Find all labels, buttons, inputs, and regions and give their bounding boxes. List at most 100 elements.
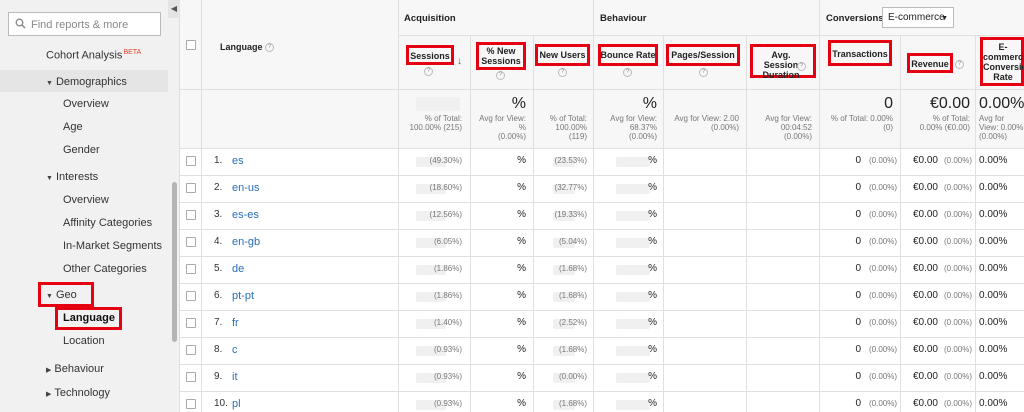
cell-rate: 0.00%	[979, 236, 1008, 247]
cell-lang[interactable]: es	[232, 155, 244, 167]
table-row[interactable]: 7. fr (1.40%)% (2.52%)% 0 (0.00%) €0.00 (0.00%)…	[180, 310, 1024, 337]
cell-revenue: €0.00	[912, 263, 938, 274]
cell-new-users-pct: (1.68%)	[558, 345, 587, 354]
help-icon[interactable]: ?	[424, 67, 433, 76]
row-checkbox[interactable]	[186, 237, 196, 247]
table-row[interactable]: 8. c (0.93%)% (1.68%)% 0 (0.00%) €0.00 (0.00%) 0…	[180, 337, 1024, 364]
redacted-value	[416, 97, 460, 111]
cell-rate: 0.00%	[979, 209, 1008, 220]
sidebar-item-cohort-analysis[interactable]: Cohort AnalysisBETA	[46, 49, 141, 62]
column-header-new-users[interactable]: New Users	[535, 50, 590, 60]
help-icon[interactable]: ?	[265, 43, 275, 53]
sidebar-scrollbar[interactable]	[172, 182, 177, 342]
row-checkbox[interactable]	[186, 399, 196, 409]
cell-sessions-pct: (18.60%)	[429, 183, 462, 192]
group-acquisition: Acquisition	[404, 13, 456, 24]
cell-rev-pct: (0.00%)	[943, 399, 972, 408]
table-row[interactable]: 5. de (1.86%)% (1.68%)% 0 (0.00%) €0.00 (0.00%)…	[180, 256, 1024, 283]
cell-rev-pct: (0.00%)	[943, 318, 972, 327]
cell-trans-pct: (0.00%)	[868, 183, 897, 192]
help-icon[interactable]: ?	[797, 62, 806, 71]
cell-new-users-pct: (1.68%)	[558, 264, 587, 273]
cell-new-sessions: %	[517, 317, 526, 328]
cell-trans-pct: (0.00%)	[868, 372, 897, 381]
cell-rev-pct: (0.00%)	[943, 372, 972, 381]
cell-lang[interactable]: fr	[232, 317, 239, 329]
cell-lang[interactable]: it	[232, 371, 238, 383]
sidebar-item-demographics-overview[interactable]: Overview	[63, 98, 109, 110]
sidebar-item-geo[interactable]: ▼ Geo	[46, 289, 77, 301]
help-icon[interactable]: ?	[623, 68, 632, 77]
cell-revenue: €0.00	[912, 155, 938, 166]
cell-lang[interactable]: es-es	[232, 209, 259, 221]
sidebar-item-age[interactable]: Age	[63, 121, 83, 133]
cell-lang[interactable]: pt-pt	[232, 290, 254, 302]
cell-rate: 0.00%	[979, 155, 1008, 166]
conversion-type-select[interactable]: E-commerce ▼	[882, 7, 954, 28]
row-checkbox[interactable]	[186, 210, 196, 220]
total-pages-session: Avg for View: 2.00 (0.00%)	[674, 114, 739, 132]
column-header-bounce-rate[interactable]: Bounce Rate	[598, 50, 658, 60]
select-all-checkbox[interactable]	[186, 40, 196, 50]
cell-lang[interactable]: c	[232, 344, 238, 356]
help-icon[interactable]: ?	[558, 68, 567, 77]
help-icon[interactable]: ?	[496, 71, 505, 80]
cell-transactions: 0	[855, 182, 861, 193]
sidebar-item-interests-overview[interactable]: Overview	[63, 194, 109, 206]
cell-lang[interactable]: pl	[232, 398, 241, 410]
table-row[interactable]: 6. pt-pt (1.86%)% (1.68%)% 0 (0.00%) €0.00 (0.0…	[180, 283, 1024, 310]
sidebar-item-label: Behaviour	[54, 363, 104, 375]
table-row[interactable]: 4. en-gb (6.05%)% (5.04%)% 0 (0.00%) €0.00 (0.0…	[180, 229, 1024, 256]
sort-descending-icon[interactable]: ↓	[457, 56, 462, 67]
column-header-transactions[interactable]: Transactions	[828, 49, 892, 59]
search-box[interactable]	[8, 12, 161, 36]
row-checkbox[interactable]	[186, 183, 196, 193]
column-header-revenue[interactable]: Revenue	[907, 59, 953, 69]
collapse-sidebar-icon[interactable]: ◀	[168, 0, 180, 18]
row-checkbox[interactable]	[186, 318, 196, 328]
search-icon	[15, 18, 26, 29]
row-checkbox[interactable]	[186, 291, 196, 301]
cell-lang[interactable]: en-us	[232, 182, 260, 194]
table-row[interactable]: 9. it (0.93%)% (0.00%)% 0 (0.00%) €0.00 (0.00%)…	[180, 364, 1024, 391]
table-row[interactable]: 1. es (49.30%)% (23.53%)% 0 (0.00%) €0.00 (0.00…	[180, 148, 1024, 175]
total-revenue: % of Total: 0.00% (€0.00)	[919, 114, 970, 132]
row-checkbox[interactable]	[186, 264, 196, 274]
sidebar-item-demographics[interactable]: ▼ Demographics	[46, 76, 127, 88]
cell-revenue: €0.00	[912, 371, 938, 382]
sidebar-item-interests[interactable]: ▼ Interests	[46, 171, 98, 183]
help-icon[interactable]: ?	[699, 68, 708, 77]
column-header-language[interactable]: Language ?	[220, 42, 275, 53]
cell-bounce: %	[648, 209, 657, 220]
row-checkbox[interactable]	[186, 156, 196, 166]
sidebar: ◀ Cohort AnalysisBETA ▼Demographics Over…	[0, 0, 180, 412]
column-header-new-sessions[interactable]: % New Sessions	[476, 46, 526, 66]
table-row[interactable]: 3. es-es (12.56%)% (19.33%)% 0 (0.00%) €0.00 (0…	[180, 202, 1024, 229]
sidebar-item-in-market-segments[interactable]: In-Market Segments	[63, 240, 162, 252]
cell-lang[interactable]: en-gb	[232, 236, 260, 248]
sidebar-item-gender[interactable]: Gender	[63, 144, 100, 156]
table-row[interactable]: 10. pl (0.93%)% (1.68%)% 0 (0.00%) €0.00 (0.00%…	[180, 391, 1024, 412]
sidebar-item-technology[interactable]: ▶ Technology	[46, 387, 110, 399]
sidebar-item-language[interactable]: Language	[63, 312, 115, 324]
cell-rev-pct: (0.00%)	[943, 237, 972, 246]
column-header-ecommerce-rate[interactable]: E-commerce Conversion Rate	[983, 42, 1023, 82]
cell-rev-pct: (0.00%)	[943, 264, 972, 273]
cell-lang[interactable]: de	[232, 263, 244, 275]
cell-transactions: 0	[855, 236, 861, 247]
sidebar-item-location[interactable]: Location	[63, 335, 105, 347]
cell-transactions: 0	[855, 155, 861, 166]
total-avg-duration: Avg for View: 00:04:52 (0.00%)	[765, 114, 812, 141]
table-row[interactable]: 2. en-us (18.60%)% (32.77%)% 0 (0.00%) €0.00 (0…	[180, 175, 1024, 202]
column-header-pages-session[interactable]: Pages/Session	[666, 50, 740, 60]
column-header-sessions[interactable]: Sessions	[406, 51, 454, 61]
help-icon[interactable]: ?	[955, 60, 964, 69]
sidebar-item-affinity-categories[interactable]: Affinity Categories	[63, 217, 152, 229]
cell-rev-pct: (0.00%)	[943, 291, 972, 300]
row-checkbox[interactable]	[186, 372, 196, 382]
sidebar-item-behaviour[interactable]: ▶ Behaviour	[46, 363, 104, 375]
row-checkbox[interactable]	[186, 345, 196, 355]
sidebar-item-other-categories[interactable]: Other Categories	[63, 263, 147, 275]
search-input[interactable]	[31, 16, 157, 33]
cell-transactions: 0	[855, 263, 861, 274]
